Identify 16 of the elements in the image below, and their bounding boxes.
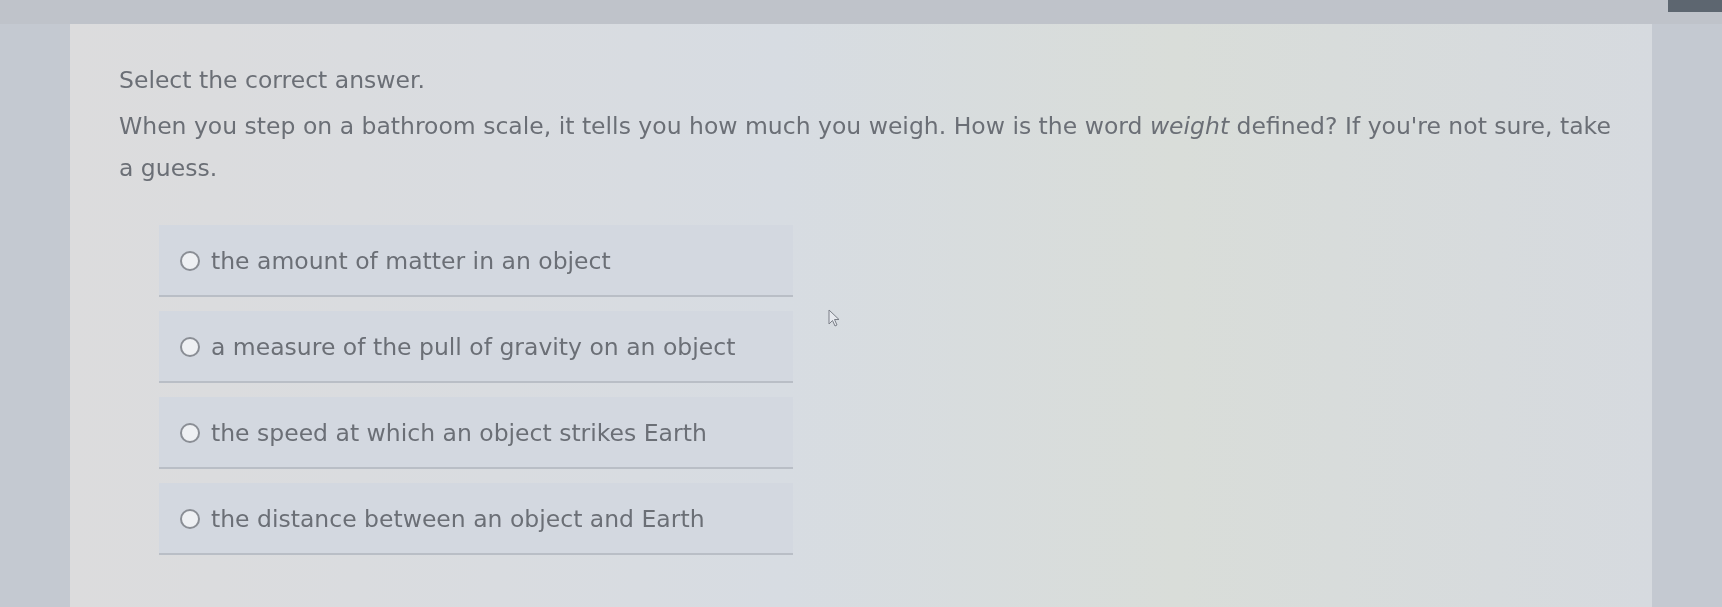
answer-option[interactable]: the speed at which an object strikes Earth bbox=[159, 397, 793, 469]
option-label: a measure of the pull of gravity on an object bbox=[211, 332, 736, 363]
answer-option[interactable]: the distance between an object and Earth bbox=[159, 483, 793, 555]
option-label: the amount of matter in an object bbox=[211, 246, 611, 277]
radio-button[interactable] bbox=[180, 509, 200, 529]
panel-edge bbox=[1668, 0, 1722, 12]
answer-option[interactable]: the amount of matter in an object bbox=[159, 225, 793, 297]
answer-option[interactable]: a measure of the pull of gravity on an object bbox=[159, 311, 793, 383]
instruction-text: Select the correct answer. bbox=[119, 65, 426, 96]
question-text: When you step on a bathroom scale, it tells you how much you weigh. How is the word weight defined? If you're not sure, take a guess. bbox=[119, 111, 1612, 184]
radio-button[interactable] bbox=[180, 423, 200, 443]
radio-button[interactable] bbox=[180, 251, 200, 271]
radio-button[interactable] bbox=[180, 337, 200, 357]
pointer-icon bbox=[828, 309, 840, 327]
option-label: the speed at which an object strikes Earth bbox=[211, 418, 707, 449]
option-label: the distance between an object and Earth bbox=[211, 504, 705, 535]
